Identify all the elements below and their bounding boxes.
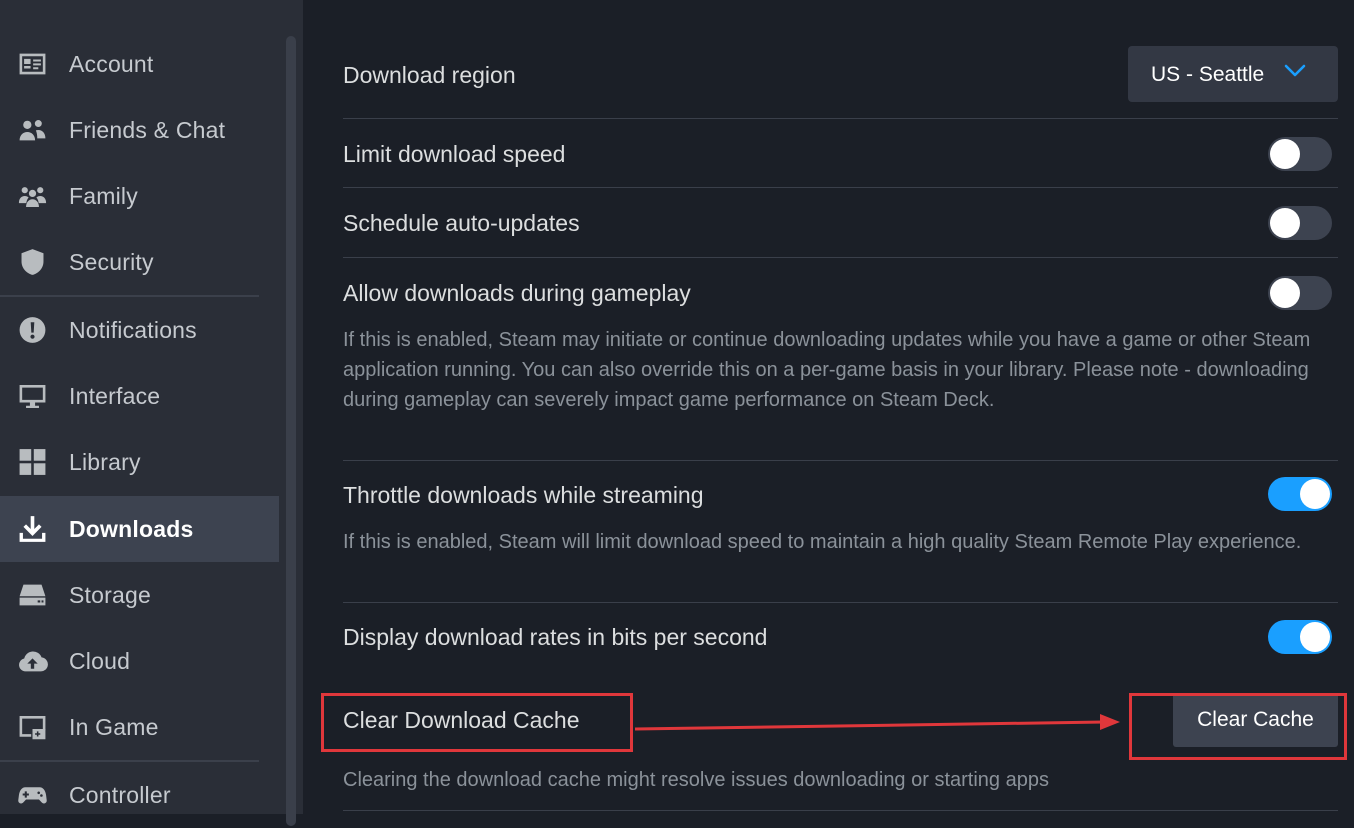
toggle-knob [1270,278,1300,308]
download-region-label: Download region [343,62,516,88]
row-divider [343,118,1338,119]
sidebar-item-label: Cloud [69,647,131,674]
sidebar-item-label: In Game [69,713,159,740]
bits-per-second-label: Display download rates in bits per secon… [343,624,768,650]
sidebar-item-label: Controller [69,781,171,808]
sidebar-scrollbar[interactable] [286,36,296,826]
toggle-knob [1270,208,1300,238]
drive-icon [17,580,48,611]
limit-speed-label: Limit download speed [343,141,566,167]
toggle-knob [1270,139,1300,169]
row-divider [343,187,1338,188]
grid-icon [17,447,48,478]
toggle-knob [1300,479,1330,509]
shield-icon [17,247,48,278]
sidebar-item-account[interactable]: Account [0,31,279,97]
sidebar-item-label: Friends & Chat [69,116,226,143]
sidebar-item-label: Security [69,248,154,275]
allow-gameplay-toggle[interactable] [1268,276,1332,310]
toggle-knob [1300,622,1330,652]
row-divider [343,257,1338,258]
row-divider [343,810,1338,811]
clear-cache-button[interactable]: Clear Cache [1173,693,1338,747]
allow-gameplay-label: Allow downloads during gameplay [343,280,691,306]
row-divider [343,460,1338,461]
friends-icon [17,115,48,146]
sidebar-item-label: Account [69,50,154,77]
exclamation-icon [17,315,48,346]
sidebar-item-storage[interactable]: Storage [0,562,279,628]
throttle-streaming-toggle[interactable] [1268,477,1332,511]
downloads-settings-panel: Download region US - Seattle Limit downl… [303,0,1354,814]
monitor-icon [17,381,48,412]
throttle-streaming-description: If this is enabled, Steam will limit dow… [343,531,1302,553]
sidebar-item-library[interactable]: Library [0,429,279,495]
sidebar-item-label: Storage [69,581,151,608]
sidebar-item-label: Downloads [69,515,194,542]
schedule-updates-label: Schedule auto-updates [343,210,580,236]
sidebar-item-interface[interactable]: Interface [0,363,279,429]
sidebar-item-label: Library [69,448,141,475]
sidebar-item-in-game[interactable]: In Game [0,694,279,760]
sidebar-item-label: Notifications [69,316,197,343]
sidebar-item-controller[interactable]: Controller [0,762,279,828]
download-region-value: US - Seattle [1151,63,1265,86]
sidebar-item-label: Family [69,182,138,209]
sidebar-item-friends-chat[interactable]: Friends & Chat [0,97,279,163]
account-card-icon [17,49,48,80]
sidebar-item-cloud[interactable]: Cloud [0,628,279,694]
family-icon [17,181,48,212]
row-divider [343,602,1338,603]
chevron-down-icon [1284,63,1306,79]
clear-cache-description: Clearing the download cache might resolv… [343,769,1049,791]
schedule-updates-toggle[interactable] [1268,206,1332,240]
download-region-dropdown[interactable]: US - Seattle [1128,46,1338,102]
sidebar-item-label: Interface [69,382,161,409]
allow-gameplay-description: If this is enabled, Steam may initiate o… [343,329,1311,411]
sidebar-item-notifications[interactable]: Notifications [0,297,279,363]
download-icon [17,514,48,545]
sidebar-item-family[interactable]: Family [0,163,279,229]
throttle-streaming-label: Throttle downloads while streaming [343,482,704,508]
bits-per-second-toggle[interactable] [1268,620,1332,654]
cloud-icon [17,646,48,677]
sidebar-item-downloads[interactable]: Downloads [0,496,279,562]
controller-icon [17,780,48,811]
limit-speed-toggle[interactable] [1268,137,1332,171]
in-game-icon [17,712,48,743]
clear-cache-label: Clear Download Cache [343,707,580,733]
sidebar-item-security[interactable]: Security [0,229,279,295]
settings-sidebar: Account Friends & Chat Family Security N… [0,0,303,826]
